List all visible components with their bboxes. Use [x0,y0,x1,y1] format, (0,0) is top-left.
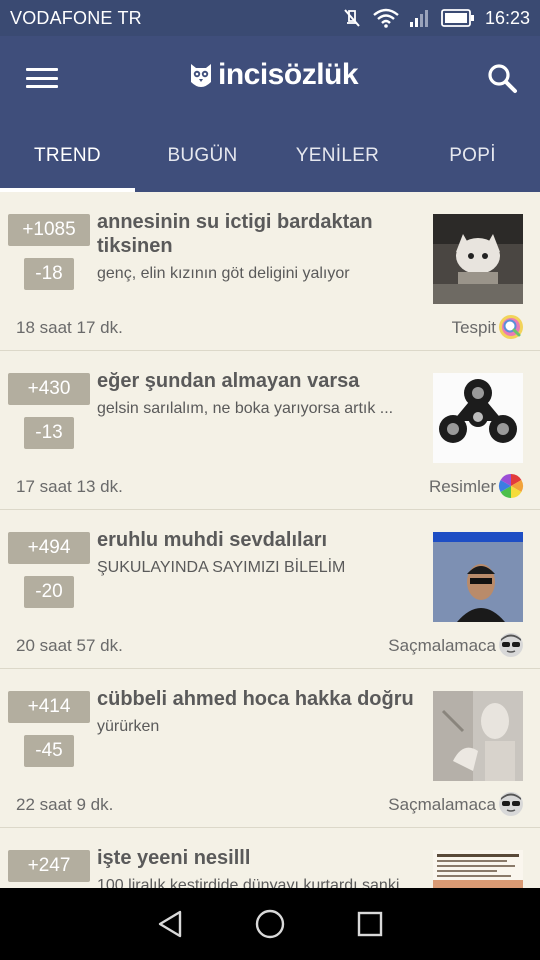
sunglasses-face-icon[interactable] [498,791,524,817]
tab-bugun[interactable]: BUGÜN [135,120,270,192]
entry-timestamp: 20 saat 57 dk. [16,636,123,655]
upvote-button[interactable]: +1085 [8,214,90,246]
upvote-button[interactable]: +414 [8,691,90,723]
entry-title[interactable]: cübbeli ahmed hoca hakka doğru [97,687,417,711]
entry-thumbnail[interactable] [433,850,523,888]
list-item[interactable]: +414 -45 cübbeli ahmed hoca hakka doğru … [0,669,540,828]
downvote-button[interactable]: -20 [24,576,74,608]
entry-timestamp: 22 saat 9 dk. [16,795,114,814]
back-triangle-icon[interactable] [150,904,190,944]
entry-description: yürürken [97,718,160,735]
entry-description: ŞUKULAYINDA SAYIMIZI BİLELİM [97,559,346,576]
upvote-button[interactable]: +494 [8,532,90,564]
downvote-button[interactable]: -18 [24,258,74,290]
entry-feed[interactable]: +1085 -18 annesinin su ictigi bardaktan … [0,192,540,888]
wifi-icon [373,8,399,28]
downvote-button[interactable]: -45 [24,735,74,767]
entry-category[interactable]: Saçmalamaca [388,795,496,815]
list-item[interactable]: +494 -20 eruhlu muhdi sevdalıları ŞUKULA… [0,510,540,669]
search-icon[interactable] [484,60,520,96]
hamburger-icon[interactable] [22,62,62,94]
sunglasses-face-icon[interactable] [498,632,524,658]
tab-bar: TREND BUGÜN YENİLER POPİ [0,120,540,192]
entry-category[interactable]: Tespit [452,318,496,338]
clock: 16:23 [484,7,530,28]
home-circle-icon[interactable] [250,904,290,944]
tab-popi[interactable]: POPİ [405,120,540,192]
entry-category[interactable]: Resimler [429,477,496,497]
magnifier-badge-icon[interactable] [498,314,524,340]
list-item[interactable]: +1085 -18 annesinin su ictigi bardaktan … [0,192,540,351]
entry-thumbnail[interactable] [433,532,523,622]
recents-square-icon[interactable] [350,904,390,944]
entry-category[interactable]: Saçmalamaca [388,636,496,656]
mute-icon [341,7,363,29]
entry-timestamp: 17 saat 13 dk. [16,477,123,496]
color-wheel-icon[interactable] [498,473,524,499]
list-item[interactable]: +430 -13 eğer şundan almayan varsa gelsi… [0,351,540,510]
list-item[interactable]: +247 işte yeeni nesilll 100 liralık kest… [0,828,540,888]
entry-description: gelsin sarılalım, ne boka yarıyorsa artı… [97,400,394,417]
signal-icon [409,8,431,28]
logo-text: incisözlük [218,58,359,91]
entry-timestamp: 18 saat 17 dk. [16,318,123,337]
entry-description: 100 liralık kestirdide dünyayı kurtardı … [97,877,400,888]
battery-icon [441,9,475,27]
app-bar: incisözlük [0,36,540,120]
entry-title[interactable]: eruhlu muhdi sevdalıları [97,528,417,552]
downvote-button[interactable]: -13 [24,417,74,449]
entry-thumbnail[interactable] [433,691,523,781]
status-bar: VODAFONE TR 16:23 [0,0,540,36]
tab-trend[interactable]: TREND [0,120,135,192]
entry-title[interactable]: annesinin su ictigi bardaktan tiksinen [97,210,417,258]
entry-title[interactable]: işte yeeni nesilll [97,846,417,870]
owl-logo-icon [191,64,211,87]
entry-description: genç, elin kızının göt deligini yalıyor [97,265,350,282]
tab-yeniler[interactable]: YENİLER [270,120,405,192]
app-logo: incisözlük [188,58,359,92]
status-icons: 16:23 [341,7,530,29]
entry-thumbnail[interactable] [433,214,523,304]
upvote-button[interactable]: +430 [8,373,90,405]
entry-title[interactable]: eğer şundan almayan varsa [97,369,417,393]
carrier-name: VODAFONE TR [10,7,142,28]
entry-thumbnail[interactable] [433,373,523,463]
upvote-button[interactable]: +247 [8,850,90,882]
system-nav-bar [0,888,540,960]
